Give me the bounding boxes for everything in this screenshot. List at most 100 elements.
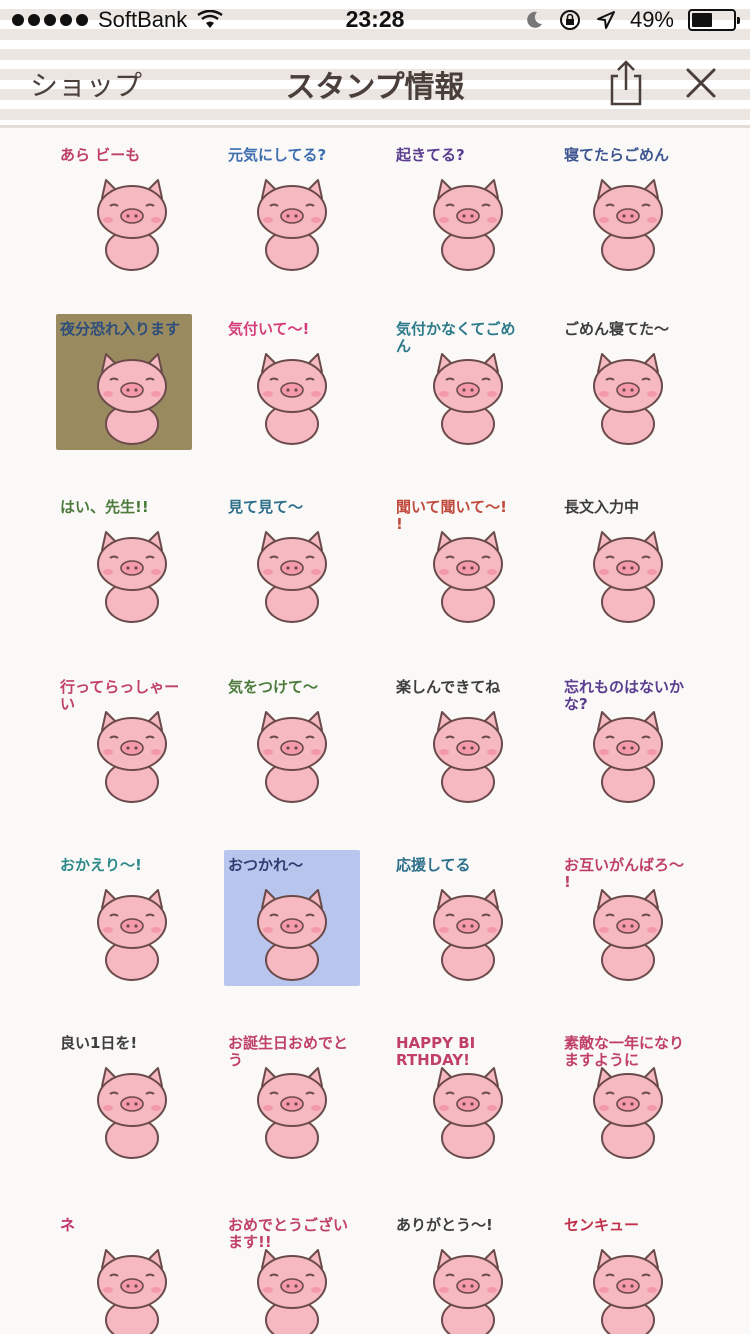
sticker-image: ありがとう〜! (396, 1216, 503, 1334)
share-icon[interactable] (606, 60, 646, 106)
pig-character (433, 353, 503, 445)
sticker-caption: 素敵な一年になりますように (564, 1034, 684, 1069)
sticker-item[interactable]: 起きてる? (390, 138, 530, 278)
sticker-grid: あら ビーも 元気にしてる? 起きてる? 寝てたらごめん夜分恐れ入ります 気付いて〜! 気… (0, 128, 750, 1334)
pig-character (593, 531, 663, 623)
navigation-bar: ショップ スタンプ情報 (0, 50, 750, 120)
sticker-caption: はい、先生!! (60, 498, 149, 516)
sticker-caption: おつかれ〜 (228, 856, 303, 874)
sticker-caption: おめでとうございます!! (228, 1216, 348, 1251)
sticker-caption: 気付かなくてごめん (396, 320, 516, 355)
close-icon[interactable] (684, 66, 718, 100)
sticker-item[interactable]: 寝てたらごめん (558, 138, 698, 278)
pig-character (97, 1249, 167, 1334)
sticker-caption: お互いがんばろ〜! (564, 856, 684, 891)
sticker-image: 起きてる? (395, 146, 503, 271)
sticker-caption: 気をつけて〜 (228, 678, 318, 696)
battery-fill (692, 13, 712, 27)
sticker-image: お互いがんばろ〜! (564, 856, 684, 981)
pig-character (97, 1067, 167, 1159)
pig-character (593, 711, 663, 803)
sticker-item[interactable]: 良い1日を! (54, 1026, 194, 1166)
sticker-image: おかえり〜! (60, 856, 167, 981)
sticker-caption: センキュー (564, 1216, 639, 1234)
sticker-item[interactable]: あら ビーも (54, 138, 194, 278)
sticker-item[interactable]: センキュー (558, 1208, 698, 1334)
sticker-image: おめでとうございます!! (228, 1216, 348, 1334)
pig-character (97, 531, 167, 623)
sticker-item[interactable]: おかえり〜! (54, 848, 194, 988)
sticker-caption: 夜分恐れ入ります (59, 320, 180, 338)
sticker-image: HAPPY BI RTHDAY! (396, 1034, 503, 1159)
sticker-item[interactable]: おつかれ〜 (222, 848, 362, 988)
sticker-item[interactable]: 気付かなくてごめん (390, 312, 530, 452)
sticker-caption: 元気にしてる? (228, 146, 326, 164)
rotation-lock-icon (559, 10, 580, 30)
sticker-item[interactable]: おめでとうございます!! (222, 1208, 362, 1334)
pig-character (433, 531, 503, 623)
pig-character (97, 179, 167, 271)
sticker-item[interactable]: 見て見て〜 (222, 490, 362, 630)
sticker-item[interactable]: 素敵な一年になりますように (558, 1026, 698, 1166)
pig-character (257, 889, 327, 981)
sticker-image: 気をつけて〜 (228, 678, 327, 803)
sticker-caption: 良い1日を! (60, 1034, 137, 1052)
battery-percent: 49% (629, 7, 674, 32)
sticker-item[interactable]: 長文入力中 (558, 490, 698, 630)
sticker-item[interactable]: 楽しんできてね (390, 670, 530, 810)
sticker-image: 長文入力中 (564, 498, 663, 623)
sticker-image: センキュー (564, 1216, 663, 1334)
sticker-image: 気付かなくてごめん (396, 320, 516, 445)
sticker-item[interactable]: 忘れものはないかな? (558, 670, 698, 810)
sticker-image: ごめん寝てた〜 (564, 320, 669, 445)
pig-character (433, 889, 503, 981)
sticker-caption: ありがとう〜! (396, 1216, 493, 1234)
sticker-caption: 寝てたらごめん (564, 146, 669, 164)
sticker-item[interactable]: ネ (54, 1208, 194, 1334)
sticker-caption: お誕生日おめでとう (228, 1034, 348, 1069)
sticker-image: ネ (60, 1216, 167, 1334)
sticker-image: 行ってらっしゃーい (59, 678, 179, 803)
sticker-item[interactable]: HAPPY BI RTHDAY! (390, 1026, 530, 1166)
sticker-item[interactable]: 聞いて聞いて〜!! (390, 490, 530, 630)
sticker-item[interactable]: 行ってらっしゃーい (54, 670, 194, 810)
sticker-item[interactable]: 気をつけて〜 (222, 670, 362, 810)
pig-character (433, 1249, 503, 1334)
sticker-item[interactable]: 夜分恐れ入ります (54, 312, 194, 452)
sticker-caption: 忘れものはないかな? (564, 678, 684, 713)
sticker-image: 聞いて聞いて〜!! (396, 498, 507, 623)
pig-character (257, 353, 327, 445)
sticker-caption: 聞いて聞いて〜!! (396, 498, 507, 533)
sticker-item[interactable]: 応援してる (390, 848, 530, 988)
sticker-item[interactable]: お誕生日おめでとう (222, 1026, 362, 1166)
pig-character (257, 1067, 327, 1159)
sticker-item[interactable]: お互いがんばろ〜! (558, 848, 698, 988)
pig-character (257, 179, 327, 271)
sticker-image: 見て見て〜 (227, 498, 327, 623)
location-arrow-icon (596, 11, 615, 29)
sticker-caption: ごめん寝てた〜 (564, 320, 669, 338)
sticker-image: 気付いて〜! (228, 320, 327, 445)
sticker-item[interactable]: 元気にしてる? (222, 138, 362, 278)
pig-character (97, 889, 167, 981)
sticker-item[interactable]: ありがとう〜! (390, 1208, 530, 1334)
sticker-image: 忘れものはないかな? (564, 678, 684, 803)
pig-character (257, 531, 327, 623)
sticker-caption: 長文入力中 (564, 498, 639, 516)
pig-character (433, 711, 503, 803)
sticker-caption: あら ビーも (60, 146, 140, 164)
pig-character (593, 889, 663, 981)
sticker-caption: 応援してる (396, 856, 471, 874)
pig-character (433, 1067, 503, 1159)
sticker-image: おつかれ〜 (224, 850, 360, 986)
pig-character (257, 711, 327, 803)
sticker-caption: 行ってらっしゃーい (59, 678, 179, 713)
sticker-caption: 楽しんできてね (396, 678, 500, 696)
sticker-item[interactable]: ごめん寝てた〜 (558, 312, 698, 452)
sticker-caption: ネ (60, 1216, 75, 1234)
pig-character (433, 179, 503, 271)
sticker-item[interactable]: 気付いて〜! (222, 312, 362, 452)
sticker-image: 寝てたらごめん (564, 146, 669, 271)
pig-character (593, 1067, 663, 1159)
sticker-item[interactable]: はい、先生!! (54, 490, 194, 630)
